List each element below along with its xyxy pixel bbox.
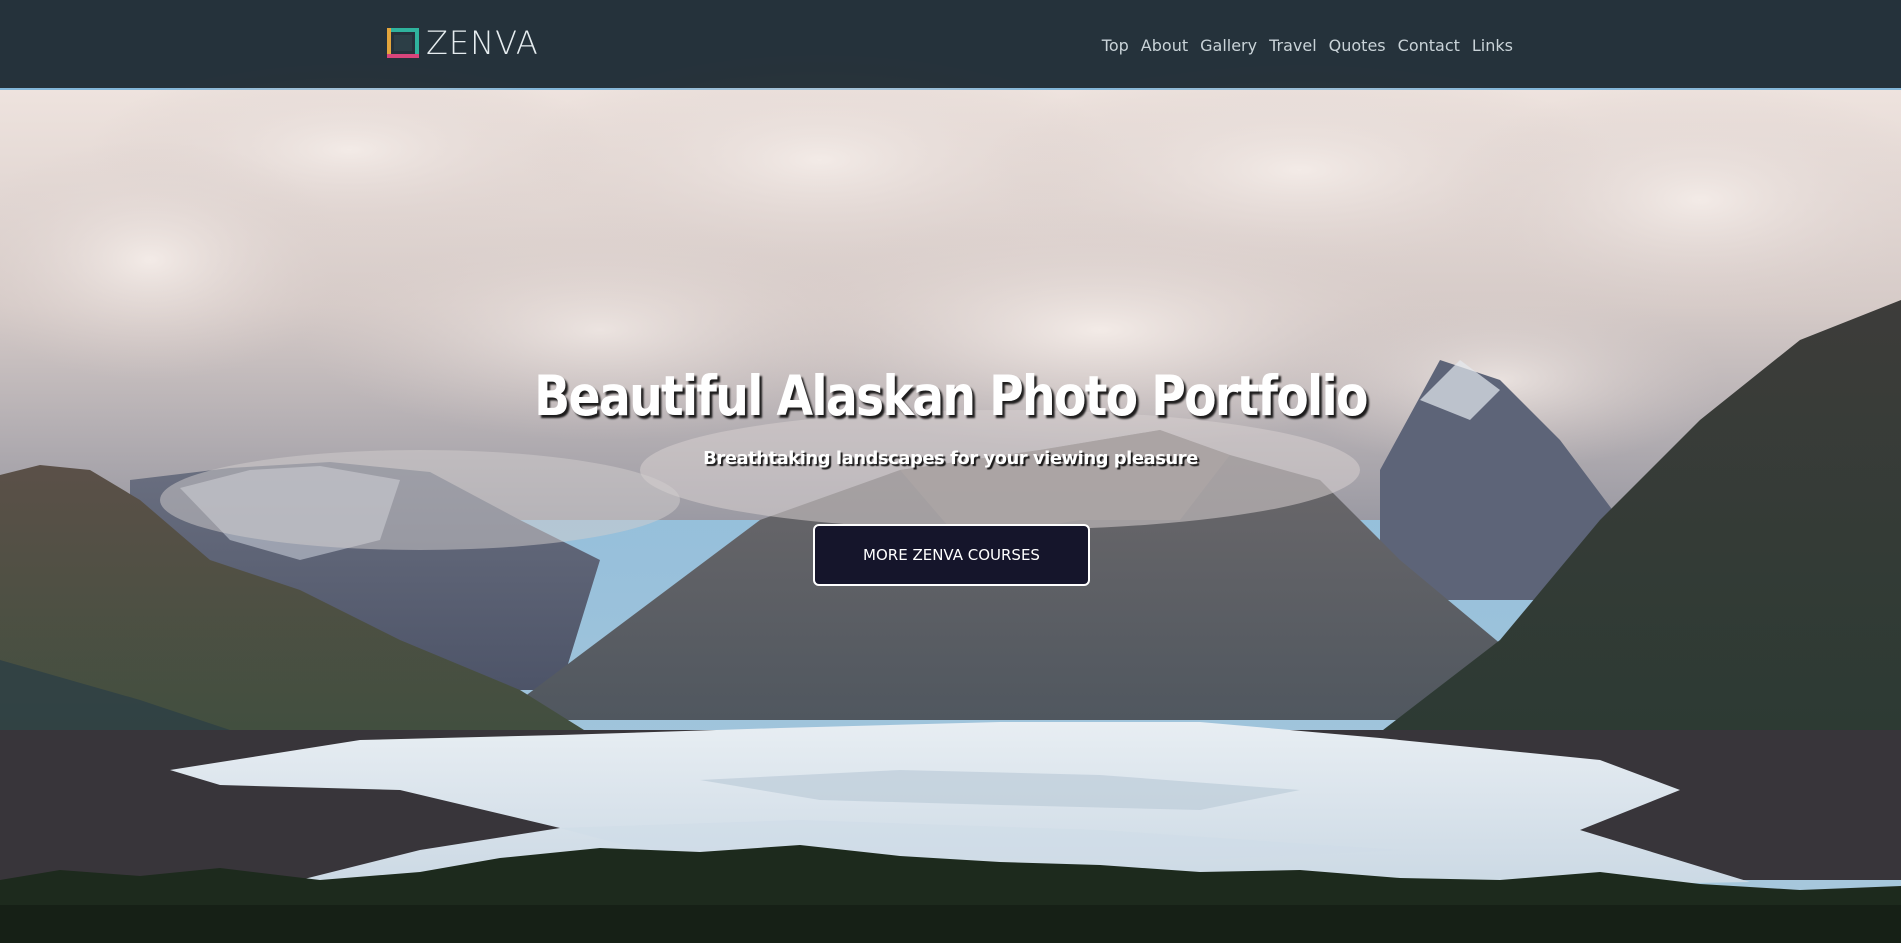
zenva-logo-icon — [384, 25, 422, 61]
brand-logo[interactable]: ZENVA — [384, 24, 539, 62]
hero-subtitle: Breathtaking landscapes for your viewing… — [703, 448, 1198, 469]
nav-link-about[interactable]: About — [1135, 34, 1194, 58]
more-courses-button[interactable]: MORE ZENVA COURSES — [813, 524, 1090, 586]
brand-name: ZENVA — [426, 24, 539, 62]
main-navigation: Top About Gallery Travel Quotes Contact … — [1096, 34, 1519, 58]
nav-link-gallery[interactable]: Gallery — [1194, 34, 1263, 58]
hero-section: ZENVA Top About Gallery Travel Quotes Co… — [0, 0, 1901, 943]
nav-link-top[interactable]: Top — [1096, 34, 1135, 58]
nav-link-links[interactable]: Links — [1466, 34, 1519, 58]
hero-content: Beautiful Alaskan Photo Portfolio Breath… — [0, 356, 1901, 472]
hero-title: Beautiful Alaskan Photo Portfolio — [534, 364, 1368, 428]
top-navbar: ZENVA Top About Gallery Travel Quotes Co… — [0, 0, 1901, 88]
nav-link-contact[interactable]: Contact — [1392, 34, 1466, 58]
nav-link-travel[interactable]: Travel — [1263, 34, 1323, 58]
nav-link-quotes[interactable]: Quotes — [1323, 34, 1392, 58]
